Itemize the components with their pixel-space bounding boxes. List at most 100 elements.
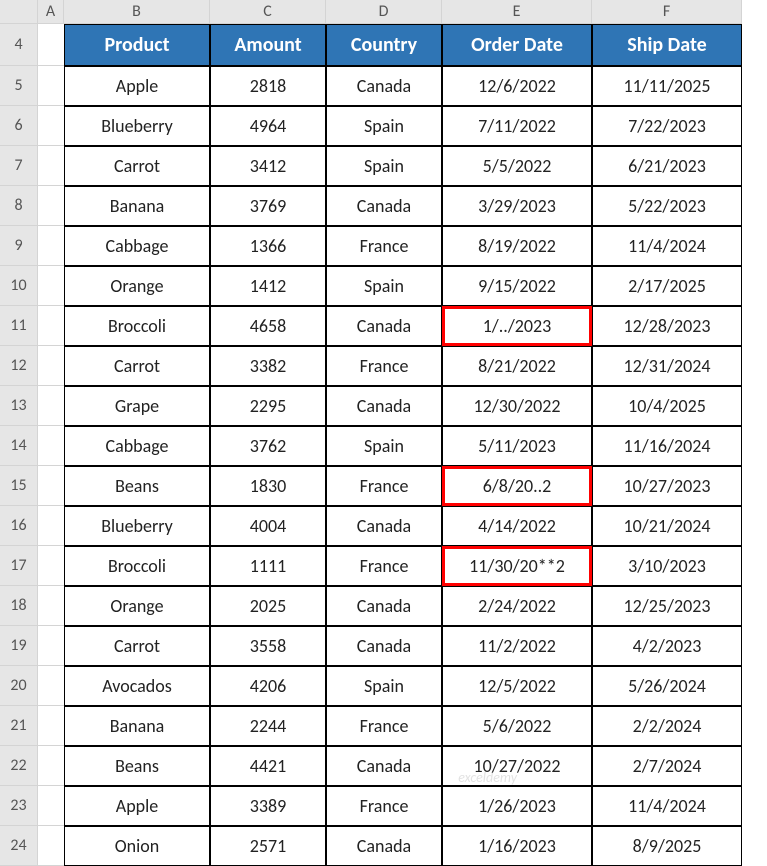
cell-product[interactable]: Apple bbox=[64, 786, 210, 826]
cell-amount[interactable]: 3389 bbox=[210, 786, 326, 826]
row-header-5[interactable]: 5 bbox=[0, 66, 38, 106]
cell-product[interactable]: Carrot bbox=[64, 146, 210, 186]
cell-product[interactable]: Orange bbox=[64, 586, 210, 626]
cell-product[interactable]: Avocados bbox=[64, 666, 210, 706]
cell-amount[interactable]: 3558 bbox=[210, 626, 326, 666]
cell-ship-date[interactable]: 2/7/2024 bbox=[592, 746, 742, 786]
cell-product[interactable]: Beans bbox=[64, 746, 210, 786]
cell-order-date[interactable]: 1/26/2023 bbox=[442, 786, 592, 826]
cell-amount[interactable]: 2571 bbox=[210, 826, 326, 866]
col-header-D[interactable]: D bbox=[326, 0, 442, 24]
cell-product[interactable]: Onion bbox=[64, 826, 210, 866]
cell-ship-date[interactable]: 12/25/2023 bbox=[592, 586, 742, 626]
cell-country[interactable]: France bbox=[326, 706, 442, 746]
cell-ship-date[interactable]: 12/31/2024 bbox=[592, 346, 742, 386]
cell-product[interactable]: Apple bbox=[64, 66, 210, 106]
cell-order-date[interactable]: 3/29/2023 bbox=[442, 186, 592, 226]
cell-A24[interactable] bbox=[38, 826, 64, 866]
cell-product[interactable]: Cabbage bbox=[64, 226, 210, 266]
row-header-9[interactable]: 9 bbox=[0, 226, 38, 266]
row-header-17[interactable]: 17 bbox=[0, 546, 38, 586]
cell-ship-date[interactable]: 2/2/2024 bbox=[592, 706, 742, 746]
cell-amount[interactable]: 2244 bbox=[210, 706, 326, 746]
cell-A14[interactable] bbox=[38, 426, 64, 466]
cell-product[interactable]: Broccoli bbox=[64, 546, 210, 586]
cell-A7[interactable] bbox=[38, 146, 64, 186]
cell-country[interactable]: France bbox=[326, 346, 442, 386]
row-header-10[interactable]: 10 bbox=[0, 266, 38, 306]
cell-country[interactable]: Spain bbox=[326, 266, 442, 306]
cell-A8[interactable] bbox=[38, 186, 64, 226]
row-header-13[interactable]: 13 bbox=[0, 386, 38, 426]
row-header-20[interactable]: 20 bbox=[0, 666, 38, 706]
cell-order-date[interactable]: 11/2/2022 bbox=[442, 626, 592, 666]
cell-A9[interactable] bbox=[38, 226, 64, 266]
cell-amount[interactable]: 1830 bbox=[210, 466, 326, 506]
cell-amount[interactable]: 3762 bbox=[210, 426, 326, 466]
row-header-11[interactable]: 11 bbox=[0, 306, 38, 346]
cell-order-date[interactable]: 12/30/2022 bbox=[442, 386, 592, 426]
cell-country[interactable]: France bbox=[326, 786, 442, 826]
cell-amount[interactable]: 1412 bbox=[210, 266, 326, 306]
row-header-8[interactable]: 8 bbox=[0, 186, 38, 226]
row-header-23[interactable]: 23 bbox=[0, 786, 38, 826]
cell-country[interactable]: Spain bbox=[326, 146, 442, 186]
cell-order-date[interactable]: 8/19/2022 bbox=[442, 226, 592, 266]
cell-A15[interactable] bbox=[38, 466, 64, 506]
cell-order-date[interactable]: 1/../2023 bbox=[442, 306, 592, 346]
row-header-7[interactable]: 7 bbox=[0, 146, 38, 186]
col-header-A[interactable]: A bbox=[38, 0, 64, 24]
cell-product[interactable]: Blueberry bbox=[64, 506, 210, 546]
cell-A18[interactable] bbox=[38, 586, 64, 626]
cell-A22[interactable] bbox=[38, 746, 64, 786]
cell-product[interactable]: Blueberry bbox=[64, 106, 210, 146]
cell-order-date[interactable]: 2/24/2022 bbox=[442, 586, 592, 626]
header-ship-date[interactable]: Ship Date bbox=[592, 24, 742, 66]
header-country[interactable]: Country bbox=[326, 24, 442, 66]
cell-A17[interactable] bbox=[38, 546, 64, 586]
cell-country[interactable]: Canada bbox=[326, 386, 442, 426]
cell-country[interactable]: Canada bbox=[326, 586, 442, 626]
row-header-24[interactable]: 24 bbox=[0, 826, 38, 866]
cell-amount[interactable]: 2818 bbox=[210, 66, 326, 106]
cell-ship-date[interactable]: 5/22/2023 bbox=[592, 186, 742, 226]
row-header-15[interactable]: 15 bbox=[0, 466, 38, 506]
header-order-date[interactable]: Order Date bbox=[442, 24, 592, 66]
cell-country[interactable]: Spain bbox=[326, 106, 442, 146]
cell-order-date[interactable]: 8/21/2022 bbox=[442, 346, 592, 386]
cell-ship-date[interactable]: 12/28/2023 bbox=[592, 306, 742, 346]
cell-order-date[interactable]: 5/5/2022 bbox=[442, 146, 592, 186]
cell-product[interactable]: Banana bbox=[64, 706, 210, 746]
cell-order-date[interactable]: 12/5/2022 bbox=[442, 666, 592, 706]
cell-product[interactable]: Carrot bbox=[64, 626, 210, 666]
cell-A20[interactable] bbox=[38, 666, 64, 706]
cell-country[interactable]: France bbox=[326, 226, 442, 266]
cell-country[interactable]: Canada bbox=[326, 626, 442, 666]
cell-A6[interactable] bbox=[38, 106, 64, 146]
header-product[interactable]: Product bbox=[64, 24, 210, 66]
cell-amount[interactable]: 3412 bbox=[210, 146, 326, 186]
row-header-19[interactable]: 19 bbox=[0, 626, 38, 666]
cell-order-date[interactable]: 11/30/20**2 bbox=[442, 546, 592, 586]
cell-ship-date[interactable]: 8/9/2025 bbox=[592, 826, 742, 866]
cell-amount[interactable]: 1366 bbox=[210, 226, 326, 266]
cell-amount[interactable]: 2025 bbox=[210, 586, 326, 626]
cell-product[interactable]: Carrot bbox=[64, 346, 210, 386]
cell-order-date[interactable]: 1/16/2023 bbox=[442, 826, 592, 866]
row-header-16[interactable]: 16 bbox=[0, 506, 38, 546]
cell-ship-date[interactable]: 10/21/2024 bbox=[592, 506, 742, 546]
cell-product[interactable]: Grape bbox=[64, 386, 210, 426]
cell-order-date[interactable]: 5/11/2023 bbox=[442, 426, 592, 466]
cell-order-date[interactable]: 6/8/20..2 bbox=[442, 466, 592, 506]
cell-country[interactable]: Spain bbox=[326, 426, 442, 466]
cell-order-date[interactable]: 12/6/2022 bbox=[442, 66, 592, 106]
cell-product[interactable]: Beans bbox=[64, 466, 210, 506]
row-header-18[interactable]: 18 bbox=[0, 586, 38, 626]
row-header-6[interactable]: 6 bbox=[0, 106, 38, 146]
cell-A23[interactable] bbox=[38, 786, 64, 826]
cell-amount[interactable]: 4658 bbox=[210, 306, 326, 346]
cell-order-date[interactable]: 10/27/2022 bbox=[442, 746, 592, 786]
row-header-22[interactable]: 22 bbox=[0, 746, 38, 786]
cell-amount[interactable]: 3382 bbox=[210, 346, 326, 386]
cell-country[interactable]: Spain bbox=[326, 666, 442, 706]
